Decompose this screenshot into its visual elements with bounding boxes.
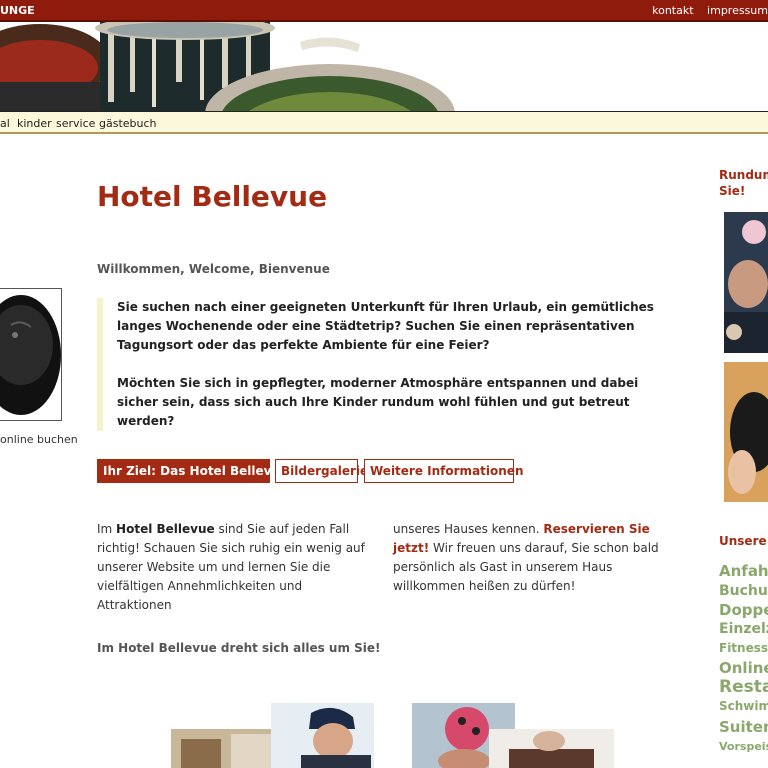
computer-mouse-icon	[0, 289, 61, 420]
nav-item-service[interactable]: service	[56, 117, 95, 130]
imprint-link[interactable]: impressum	[707, 4, 768, 17]
nav-item-al[interactable]: al	[0, 117, 10, 130]
hotel-name-bold: Hotel Bellevue	[116, 522, 215, 536]
gallery-photo-2[interactable]	[271, 703, 374, 768]
top-bar: UNGE kontakt impressum	[0, 0, 768, 22]
paint-cans-image	[0, 22, 768, 111]
nav-item-guestbook[interactable]: gästebuch	[99, 117, 157, 130]
gallery-photo-4[interactable]	[489, 729, 614, 768]
sidebar-link-einzel[interactable]: Einzelzi	[719, 621, 768, 637]
intro-paragraph-1: Sie suchen nach einer geeigneten Unterku…	[117, 300, 654, 352]
header-banner-image	[0, 22, 768, 112]
col2-pre: unseres Hauses kennen.	[393, 522, 544, 536]
sidebar-photo-1[interactable]	[724, 212, 768, 353]
sidebar-link-doppel[interactable]: Doppel	[719, 601, 768, 619]
tagline: Im Hotel Bellevue dreht sich alles um Si…	[97, 641, 381, 655]
sidebar-link-online[interactable]: Online	[719, 659, 768, 677]
contact-link[interactable]: kontakt	[652, 4, 693, 17]
top-links: kontakt impressum	[642, 4, 768, 17]
col1-pre: Im	[97, 522, 117, 536]
sidebar-link-schwimmen[interactable]: Schwim	[719, 699, 768, 713]
online-booking-image[interactable]	[0, 288, 62, 421]
sidebar-link-vorspeisen[interactable]: Vorspeis	[719, 740, 768, 753]
tab-more-info[interactable]: Weitere Informationen	[364, 459, 523, 483]
page-title: Hotel Bellevue	[97, 180, 328, 213]
sidebar-photo-2[interactable]	[724, 362, 768, 502]
photo-image	[489, 729, 614, 768]
intro-quote: Sie suchen nach einer geeigneten Unterku…	[97, 298, 680, 431]
brand-text: UNGE	[0, 4, 35, 17]
tab-hotel-bellevue[interactable]: Ihr Ziel: Das Hotel Bellevue	[97, 459, 288, 483]
sidebar-link-anfahrt[interactable]: Anfahrt	[719, 562, 768, 580]
col2-post: Wir freuen uns darauf, Sie schon bald pe…	[393, 541, 659, 593]
intro-paragraph-2: Möchten Sie sich in gepflegter, moderner…	[117, 376, 639, 428]
sidebar-title-line-1: Rundum	[719, 168, 768, 182]
sidebar-link-restaurant[interactable]: Restau	[719, 677, 768, 697]
photo-image	[271, 703, 374, 768]
sidebar-title-line-2: Sie!	[719, 184, 746, 198]
main-nav: al kinder service gästebuch	[0, 112, 768, 134]
sidebar-subtitle: Unsere	[719, 534, 767, 548]
sidebar-link-fitness[interactable]: Fitness u	[719, 641, 768, 655]
welcome-text: Willkommen, Welcome, Bienvenue	[97, 262, 330, 276]
photo-image	[724, 362, 768, 502]
photo-image	[724, 212, 768, 353]
nav-item-kinder[interactable]: kinder	[17, 117, 52, 130]
online-booking-link[interactable]: online buchen	[0, 433, 78, 446]
text-column-2: unseres Hauses kennen. Reservieren Sie j…	[393, 520, 673, 596]
sidebar-title: Rundum Sie!	[719, 167, 768, 199]
tab-gallery[interactable]: Bildergalerie	[275, 459, 368, 483]
sidebar-link-buchung[interactable]: Buchung	[719, 583, 768, 599]
text-column-1: Im Hotel Bellevue sind Sie auf jeden Fal…	[97, 520, 377, 615]
sidebar-link-suiten[interactable]: Suiten	[719, 718, 768, 736]
